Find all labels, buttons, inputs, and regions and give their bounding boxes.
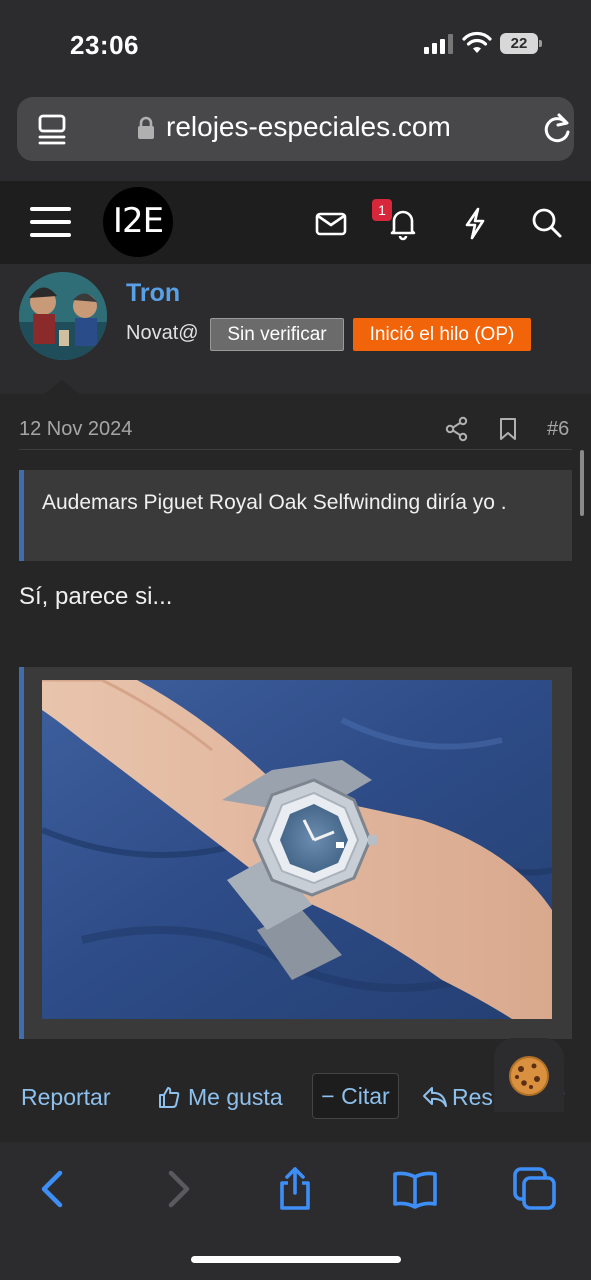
unverified-badge: Sin verificar: [210, 318, 344, 351]
battery-icon: 22: [500, 33, 542, 54]
quote-text: Audemars Piguet Royal Oak Selfwinding di…: [42, 491, 507, 514]
bookmark-icon[interactable]: [495, 416, 521, 442]
share-sheet-icon[interactable]: [271, 1165, 319, 1213]
mail-icon[interactable]: [311, 203, 351, 243]
back-icon[interactable]: [30, 1165, 78, 1213]
author-name[interactable]: Tron: [126, 279, 180, 308]
cellular-signal-icon: [424, 34, 454, 54]
address-bar[interactable]: relojes-especiales.com: [17, 97, 574, 161]
thumbs-up-icon: [159, 1087, 180, 1108]
reply-icon: [423, 1087, 447, 1107]
user-title: Novat@: [126, 322, 199, 344]
like-button[interactable]: Me gusta: [188, 1084, 283, 1111]
lightning-icon[interactable]: [455, 203, 495, 243]
report-link[interactable]: Reportar: [21, 1084, 110, 1111]
post-text: Sí, parece si...: [19, 583, 173, 610]
user-arrow: [44, 380, 80, 394]
quote-block: Audemars Piguet Royal Oak Selfwinding di…: [19, 470, 572, 561]
cookie-icon: [509, 1056, 549, 1096]
op-badge: Inició el hilo (OP): [353, 318, 531, 351]
bookmarks-icon[interactable]: [391, 1165, 439, 1213]
status-time: 23:06: [70, 30, 139, 60]
search-icon[interactable]: [527, 203, 567, 243]
battery-level: 22: [500, 33, 538, 54]
lock-icon: [138, 116, 154, 139]
url-text[interactable]: relojes-especiales.com: [166, 111, 451, 143]
page-menu-icon[interactable]: [37, 113, 69, 145]
quote-button-label: Citar: [341, 1083, 390, 1109]
site-header: I2E: [0, 181, 591, 264]
status-bar: 23:06 22: [0, 0, 591, 90]
quote-button[interactable]: − Citar: [312, 1073, 399, 1119]
notification-badge: 1: [372, 199, 392, 221]
cookie-consent-button[interactable]: [494, 1038, 564, 1112]
menu-icon[interactable]: [30, 203, 71, 241]
home-indicator[interactable]: [191, 1256, 401, 1263]
scrollbar[interactable]: [580, 450, 584, 516]
reload-icon[interactable]: [539, 111, 575, 147]
avatar[interactable]: [19, 272, 107, 360]
wifi-icon: [462, 31, 492, 53]
site-logo[interactable]: I2E: [103, 187, 173, 257]
tabs-icon[interactable]: [511, 1165, 559, 1213]
forward-icon[interactable]: [153, 1165, 201, 1213]
avatar-image: [19, 272, 107, 360]
minus-icon: −: [321, 1083, 335, 1109]
post-date[interactable]: 12 Nov 2024: [19, 418, 132, 441]
watch-photo[interactable]: [42, 680, 552, 1019]
divider: [19, 449, 572, 450]
share-icon[interactable]: [444, 416, 470, 442]
post-number[interactable]: #6: [547, 418, 569, 441]
